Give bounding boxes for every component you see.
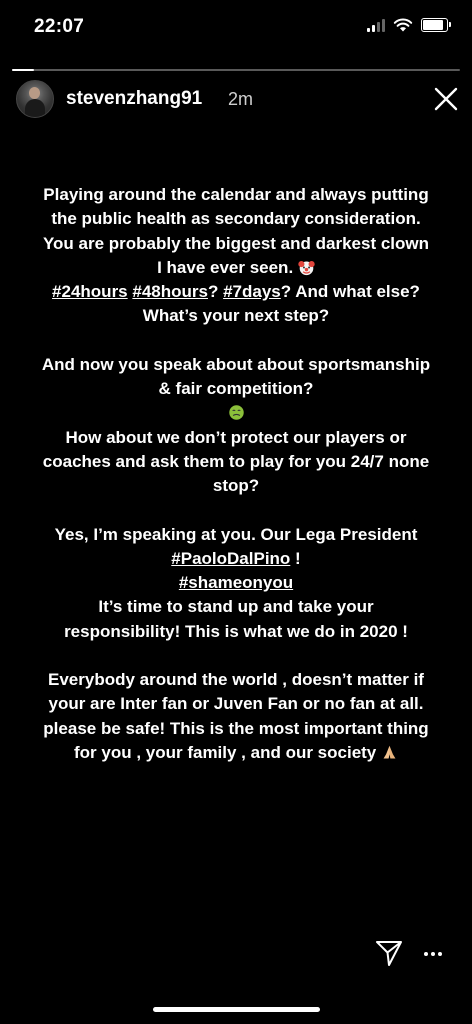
post-timestamp: 2m: [228, 89, 254, 109]
paragraph-1: Playing around the calendar and always p…: [42, 185, 430, 326]
nauseated-face-emoji: [228, 405, 244, 421]
hashtag-paolodalpino[interactable]: #PaoloDalPino: [171, 549, 290, 568]
hashtag-7days[interactable]: #7days: [223, 282, 281, 301]
home-indicator[interactable]: [153, 1007, 320, 1012]
hashtag-shameonyou[interactable]: #shameonyou: [179, 573, 293, 592]
hashtag-48hours[interactable]: #48hours: [132, 282, 208, 301]
more-dots-icon[interactable]: [424, 944, 448, 964]
wifi-icon: [393, 18, 413, 32]
paragraph-2: And now you speak about about sportsmans…: [41, 354, 431, 496]
folded-hands-emoji: [383, 745, 396, 759]
paragraph-4: Everybody around the world , doesn’t mat…: [43, 670, 429, 762]
avatar[interactable]: [16, 80, 54, 118]
battery-icon: [421, 18, 451, 32]
story-progress-fill: [12, 69, 35, 71]
status-icons: [367, 18, 451, 32]
story-text: Playing around the calendar and always p…: [40, 183, 432, 765]
send-icon[interactable]: [374, 938, 404, 968]
status-bar: 22:07: [0, 0, 472, 60]
hashtag-24hours[interactable]: #24hours: [52, 282, 128, 301]
signal-icon: [367, 18, 385, 32]
close-icon[interactable]: [432, 85, 460, 113]
paragraph-3: Yes, I’m speaking at you. Our Lega Presi…: [54, 524, 418, 641]
username[interactable]: stevenzhang91: [66, 88, 202, 110]
story-progress-bar: [12, 69, 460, 71]
clown-face-emoji: [298, 260, 315, 276]
status-time: 22:07: [34, 16, 85, 37]
